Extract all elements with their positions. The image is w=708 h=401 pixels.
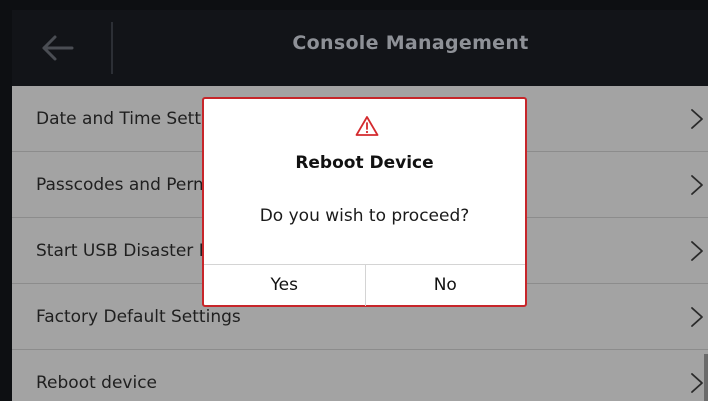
list-item-label: Factory Default Settings	[36, 307, 241, 327]
no-button[interactable]: No	[364, 265, 526, 306]
console-management-screen: Console Management Date and Time Setting…	[12, 10, 708, 401]
dialog-message: Do you wish to proceed?	[259, 206, 470, 226]
chevron-right-icon	[691, 175, 703, 195]
dialog-actions: Yes No	[204, 264, 525, 306]
chevron-right-icon	[691, 241, 703, 261]
warning-icon	[355, 116, 379, 136]
reboot-confirm-dialog: Reboot Device Do you wish to proceed? Ye…	[202, 97, 527, 307]
chevron-right-icon	[691, 373, 703, 393]
chevron-right-icon	[691, 307, 703, 327]
yes-button[interactable]: Yes	[204, 265, 365, 306]
page-title: Console Management	[292, 32, 529, 54]
list-item-reboot-device[interactable]: Reboot device	[12, 350, 708, 401]
dialog-title: Reboot Device	[295, 153, 434, 173]
chevron-right-icon	[691, 109, 703, 129]
header-bar: Console Management	[12, 10, 708, 86]
scrollbar-thumb[interactable]	[704, 354, 708, 401]
back-button[interactable]	[34, 28, 82, 68]
list-item-label: Reboot device	[36, 373, 158, 393]
arrow-left-icon	[42, 35, 74, 61]
